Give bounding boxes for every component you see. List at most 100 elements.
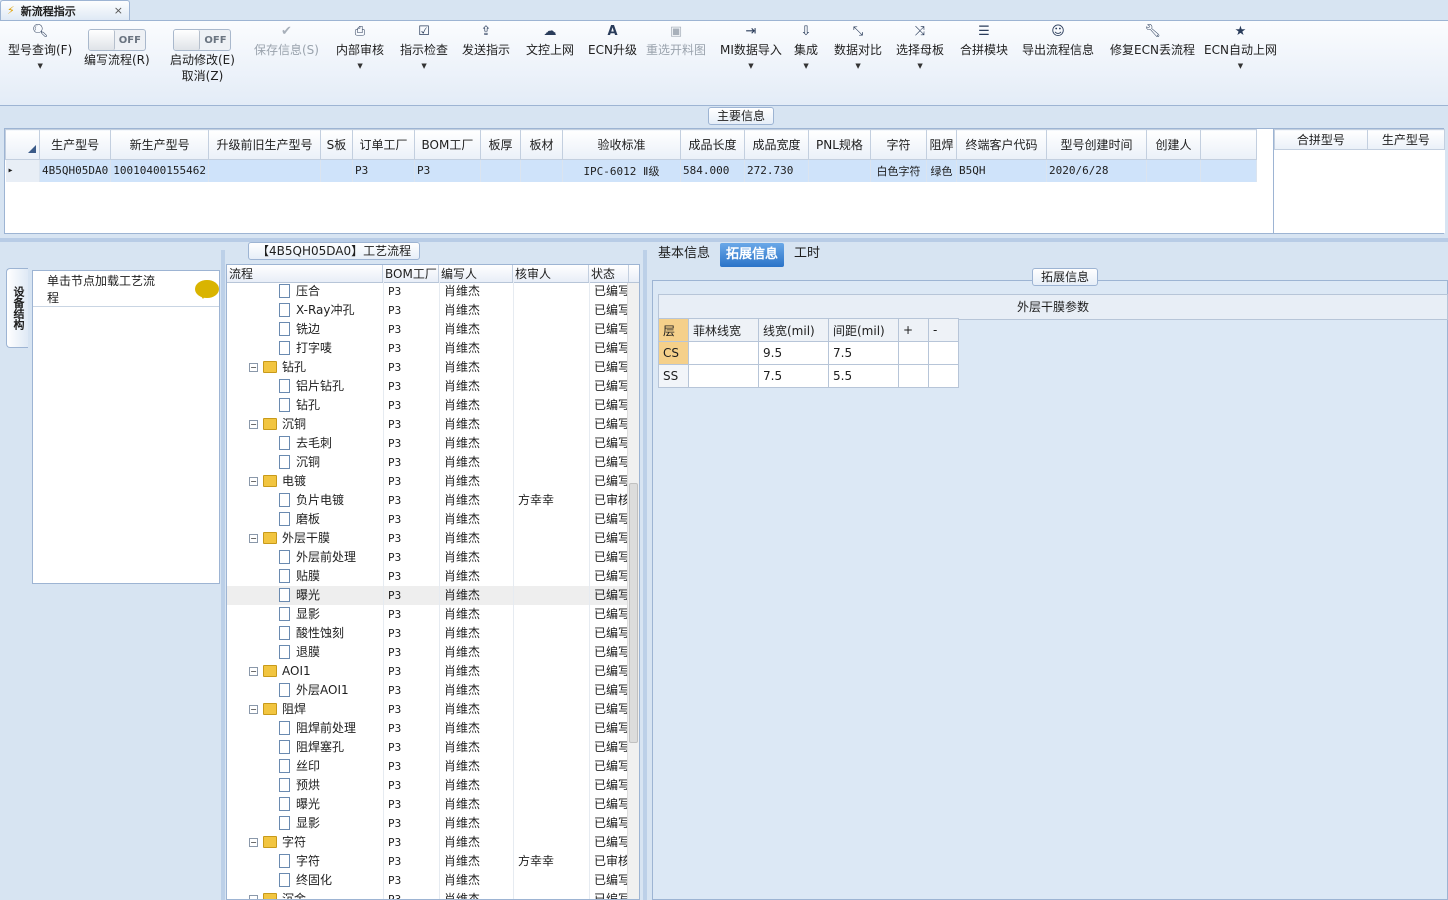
expand-collapse-icon[interactable]: − <box>249 667 258 676</box>
table-cell[interactable] <box>898 341 929 365</box>
ecn-auto-online-button[interactable]: ★ ECN自动上网 ▼ <box>1204 23 1277 73</box>
column-header[interactable]: 生产型号 <box>38 129 112 160</box>
tree-node[interactable]: 显影 <box>227 814 383 833</box>
table-cell[interactable] <box>688 364 759 388</box>
tree-row[interactable]: 预烘 P3 肖维杰 已编写 <box>227 776 639 795</box>
tree-row[interactable]: − 沉铜 P3 肖维杰 已编写 <box>227 415 639 434</box>
table-cell[interactable]: 584.000 <box>680 159 745 182</box>
tree-node[interactable]: 压合 <box>227 282 383 301</box>
tree-row[interactable]: 退膜 P3 肖维杰 已编写 <box>227 643 639 662</box>
column-header[interactable]: 型号创建时间 <box>1045 129 1147 160</box>
tree-row[interactable]: − 外层干膜 P3 肖维杰 已编写 <box>227 529 639 548</box>
tree-row[interactable]: − AOI1 P3 肖维杰 已编写 <box>227 662 639 681</box>
chevron-down-icon[interactable]: ▼ <box>803 59 808 73</box>
chevron-down-icon[interactable]: ▼ <box>421 59 426 73</box>
expand-collapse-icon[interactable]: − <box>249 477 258 486</box>
tree-row[interactable]: − 沉金 P3 肖维杰 已编写 <box>227 890 639 899</box>
tree-node[interactable]: X-Ray冲孔 <box>227 301 383 320</box>
column-header[interactable]: 成品宽度 <box>743 129 809 160</box>
chevron-down-icon[interactable]: ▼ <box>357 59 362 73</box>
tree-column-header[interactable]: 流程 <box>227 265 383 282</box>
table-cell[interactable]: 10010400155462 <box>110 159 209 182</box>
tree-row[interactable]: 打字唛 P3 肖维杰 已编写 <box>227 339 639 358</box>
tree-node[interactable]: 终固化 <box>227 871 383 890</box>
table-cell[interactable] <box>480 159 521 182</box>
table-row[interactable]: ▸ 4B5QH05DA0 10010400155462 P3 P3 IPC-6012 Ⅱ级… <box>5 159 1257 182</box>
reselect-cutting-image-button[interactable]: ▣ 重选开料图 <box>646 23 706 59</box>
column-header[interactable]: 验收标准 <box>561 129 681 160</box>
save-info-button[interactable]: ✔ 保存信息(S) <box>254 23 319 59</box>
tree-row[interactable]: 铣边 P3 肖维杰 已编写 <box>227 320 639 339</box>
table-cell[interactable] <box>688 341 759 365</box>
tree-node[interactable]: − 外层干膜 <box>227 529 383 548</box>
column-header[interactable]: 板厚 <box>479 129 521 160</box>
column-header[interactable]: 订单工厂 <box>351 129 415 160</box>
tab-work-hours[interactable]: 工时 <box>788 242 826 268</box>
tree-row[interactable]: 阻焊塞孔 P3 肖维杰 已编写 <box>227 738 639 757</box>
tree-row[interactable]: − 字符 P3 肖维杰 已编写 <box>227 833 639 852</box>
tree-row[interactable]: 磨板 P3 肖维杰 已编写 <box>227 510 639 529</box>
tree-node[interactable]: 打字唛 <box>227 339 383 358</box>
tree-node[interactable]: − 阻焊 <box>227 700 383 719</box>
tree-row[interactable]: 字符 P3 肖维杰 方幸幸 已审核 <box>227 852 639 871</box>
doc-control-online-button[interactable]: ☁ 文控上网 <box>526 23 574 59</box>
expand-collapse-icon[interactable]: − <box>249 705 258 714</box>
table-cell[interactable]: 7.5 <box>758 364 829 388</box>
select-mother-board-button[interactable]: ⤨ 选择母板 ▼ <box>896 23 944 73</box>
tree-scrollbar[interactable] <box>627 283 639 899</box>
tree-node[interactable]: 去毛刺 <box>227 434 383 453</box>
column-header[interactable]: 新生产型号 <box>110 129 209 160</box>
tree-row[interactable]: 铝片钻孔 P3 肖维杰 已编写 <box>227 377 639 396</box>
tree-row[interactable]: 去毛刺 P3 肖维杰 已编写 <box>227 434 639 453</box>
tree-node[interactable]: 阻焊前处理 <box>227 719 383 738</box>
table-cell[interactable] <box>320 159 353 182</box>
tree-row[interactable]: 负片电镀 P3 肖维杰 方幸幸 已审核 <box>227 491 639 510</box>
table-cell[interactable]: 白色字符 <box>870 159 927 182</box>
chevron-down-icon[interactable]: ▼ <box>1238 59 1243 73</box>
ecn-upgrade-button[interactable]: A ECN升级 <box>588 23 637 59</box>
internal-review-button[interactable]: ⎙ 内部审核 ▼ <box>336 23 384 73</box>
mi-data-import-button[interactable]: ⇥ MI数据导入 ▼ <box>720 23 782 73</box>
chevron-down-icon[interactable]: ▼ <box>855 59 860 73</box>
merge-module-button[interactable]: ☰ 合拼模块 <box>960 23 1008 59</box>
tree-node[interactable]: − 钻孔 <box>227 358 383 377</box>
tree-node[interactable]: 显影 <box>227 605 383 624</box>
send-instruction-button[interactable]: ⇪ 发送指示 <box>462 23 510 59</box>
column-header[interactable]: BOM工厂 <box>413 129 481 160</box>
toggle-switch[interactable]: OFF <box>87 29 146 51</box>
tree-row[interactable]: 显影 P3 肖维杰 已编写 <box>227 814 639 833</box>
row-selector-header[interactable] <box>5 129 40 160</box>
row-selector[interactable]: ▸ <box>5 159 40 182</box>
tree-node[interactable]: 阻焊塞孔 <box>227 738 383 757</box>
table-cell[interactable] <box>928 341 959 365</box>
table-cell[interactable]: 绿色 <box>926 159 957 182</box>
column-header[interactable]: S板 <box>319 129 353 160</box>
tree-row[interactable]: 终固化 P3 肖维杰 已编写 <box>227 871 639 890</box>
tree-row[interactable]: 丝印 P3 肖维杰 已编写 <box>227 757 639 776</box>
column-header[interactable]: 板材 <box>519 129 563 160</box>
table-cell[interactable] <box>1146 159 1201 182</box>
tree-row[interactable]: 外层前处理 P3 肖维杰 已编写 <box>227 548 639 567</box>
film-column-header[interactable]: 菲林线宽 <box>688 318 759 342</box>
tree-row[interactable]: 压合 P3 肖维杰 已编写 <box>227 282 639 301</box>
table-cell[interactable]: 272.730 <box>744 159 809 182</box>
table-cell[interactable] <box>928 364 959 388</box>
tree-node[interactable]: − 电镀 <box>227 472 383 491</box>
column-header[interactable]: 升级前旧生产型号 <box>207 129 321 160</box>
chevron-down-icon[interactable]: ▼ <box>37 59 42 73</box>
column-header[interactable]: PNL规格 <box>807 129 871 160</box>
close-icon[interactable]: × <box>114 4 123 17</box>
tree-row[interactable]: 显影 P3 肖维杰 已编写 <box>227 605 639 624</box>
device-structure-tab[interactable]: 设备结构 <box>6 268 28 348</box>
tree-node[interactable]: 酸性蚀刻 <box>227 624 383 643</box>
scrollbar-thumb[interactable] <box>629 483 638 743</box>
table-cell[interactable]: 5.5 <box>828 364 899 388</box>
film-column-header[interactable]: + <box>898 318 929 342</box>
table-cell[interactable]: 2020/6/28 <box>1046 159 1147 182</box>
tree-node[interactable]: − 字符 <box>227 833 383 852</box>
tree-node[interactable]: 沉铜 <box>227 453 383 472</box>
tree-row[interactable]: 曝光 P3 肖维杰 已编写 <box>227 795 639 814</box>
cancel-label[interactable]: 取消(Z) <box>182 69 224 83</box>
chevron-down-icon[interactable]: ▼ <box>917 59 922 73</box>
table-cell[interactable]: IPC-6012 Ⅱ级 <box>562 159 681 182</box>
